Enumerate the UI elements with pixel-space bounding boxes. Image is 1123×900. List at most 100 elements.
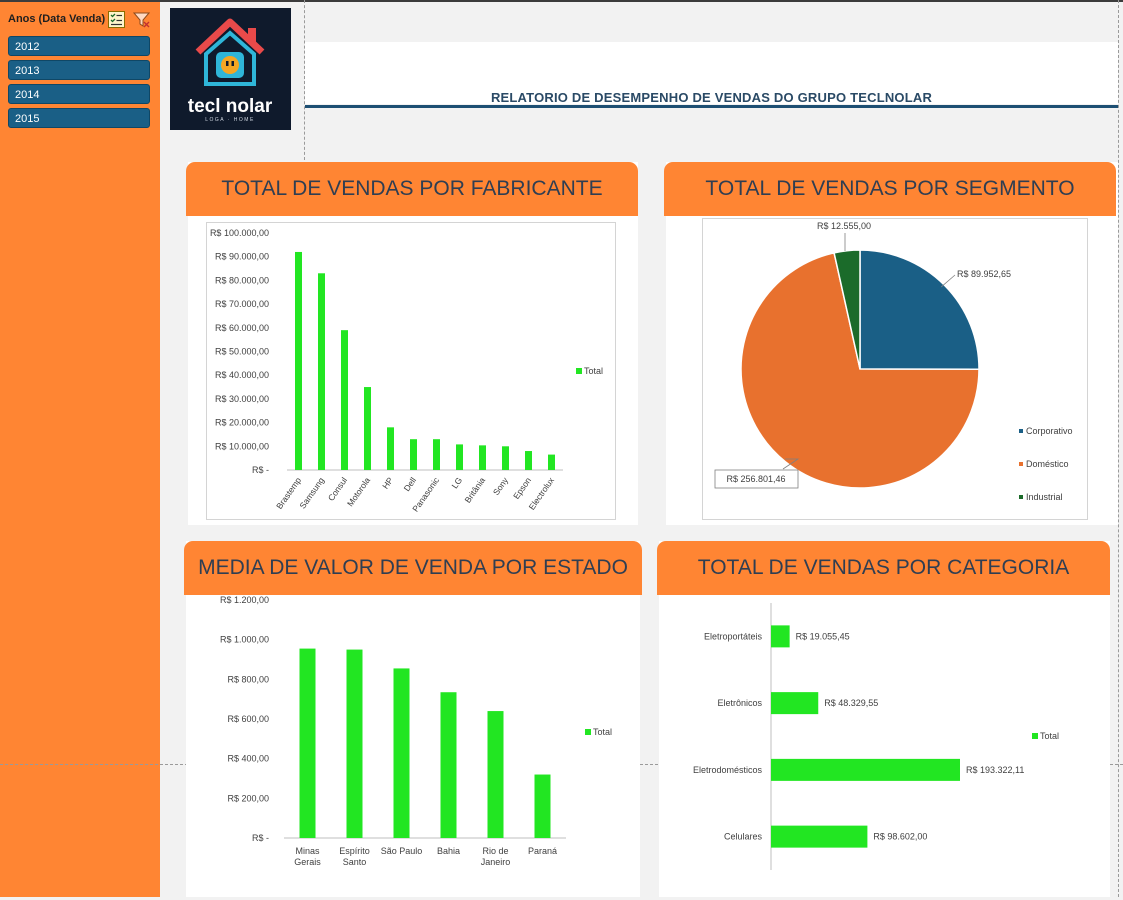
title-underline bbox=[305, 105, 1118, 108]
panel-fabricante-title: TOTAL DE VENDAS POR FABRICANTE bbox=[186, 162, 638, 216]
data-label: R$ 89.952,65 bbox=[957, 269, 1011, 279]
y-tick-label: R$ 800,00 bbox=[227, 674, 269, 684]
y-tick-label: R$ - bbox=[252, 833, 269, 843]
panel-estado-title: MEDIA DE VALOR DE VENDA POR ESTADO bbox=[184, 541, 642, 595]
bar-sony bbox=[502, 446, 509, 470]
bar-electrolux bbox=[548, 454, 555, 470]
bar-state bbox=[534, 774, 551, 838]
sidebar: Anos (Data Venda) 2012 2013 2014 2015 bbox=[0, 2, 160, 897]
pie-slice-corporativo bbox=[859, 249, 980, 371]
panel-categoria-title: TOTAL DE VENDAS POR CATEGORIA bbox=[657, 541, 1110, 595]
slicer-title: Anos (Data Venda) bbox=[8, 13, 106, 25]
bar-category bbox=[771, 625, 790, 648]
y-tick-label: R$ 1.000,00 bbox=[220, 635, 269, 645]
x-tick-label: Bahia bbox=[437, 846, 460, 856]
data-label: R$ 193.322,11 bbox=[966, 765, 1024, 775]
x-tick-label: Rio de bbox=[482, 846, 508, 856]
data-label: R$ 98.602,00 bbox=[873, 832, 927, 842]
legend-label: Total bbox=[1040, 731, 1059, 741]
x-tick-label: Janeiro bbox=[481, 857, 511, 867]
y-tick-label: R$ 10.000,00 bbox=[215, 441, 269, 451]
y-tick-label: Celulares bbox=[724, 832, 763, 842]
slicer-item-2014[interactable]: 2014 bbox=[8, 84, 150, 104]
legend-swatch bbox=[1019, 462, 1023, 466]
bar-consul bbox=[341, 330, 348, 470]
chart-estado: R$ - R$ 200,00 R$ 400,00 R$ 600,00 R$ 800,00… bbox=[220, 595, 612, 867]
company-logo: tecl nolar LOGA · HOME bbox=[170, 8, 291, 130]
legend-label: Doméstico bbox=[1026, 459, 1069, 469]
y-tick-label: R$ 20.000,00 bbox=[215, 418, 269, 428]
page-break-line bbox=[1118, 0, 1119, 897]
x-tick-label: Dell bbox=[402, 475, 419, 493]
chart-estado-frame[interactable]: R$ - R$ 200,00 R$ 400,00 R$ 600,00 R$ 800,00… bbox=[186, 595, 640, 895]
chart-fabricante-frame[interactable]: R$ - R$ 10.000,00 R$ 20.000,00 R$ 30.000,00… bbox=[206, 222, 616, 520]
multi-select-icon[interactable] bbox=[108, 11, 125, 28]
x-tick-label: Consul bbox=[326, 475, 349, 503]
leader-line bbox=[940, 274, 956, 288]
chart-categoria-frame[interactable]: Eletroportáteis R$ 19.055,45 Eletrônicos R$… bbox=[659, 595, 1110, 895]
bar-state bbox=[440, 692, 457, 838]
bar-state bbox=[487, 711, 504, 838]
legend-swatch bbox=[576, 368, 582, 374]
legend-swatch bbox=[1019, 429, 1023, 433]
y-tick-label: R$ 60.000,00 bbox=[215, 323, 269, 333]
legend-swatch bbox=[1032, 733, 1038, 739]
legend-swatch bbox=[1019, 495, 1023, 499]
y-tick-label: R$ 400,00 bbox=[227, 754, 269, 764]
bar-category bbox=[771, 692, 819, 715]
x-tick-label: Gerais bbox=[294, 857, 321, 867]
x-tick-label: Britânia bbox=[462, 475, 487, 505]
y-tick-label: R$ 100.000,00 bbox=[210, 228, 269, 238]
bar-state bbox=[393, 668, 410, 838]
x-tick-label: Epson bbox=[511, 475, 533, 501]
x-tick-label: São Paulo bbox=[381, 846, 423, 856]
bar-category bbox=[771, 758, 960, 781]
data-label: R$ 48.329,55 bbox=[824, 698, 878, 708]
bar-motorola bbox=[364, 387, 371, 470]
y-tick-label: R$ 30.000,00 bbox=[215, 394, 269, 404]
bar-state bbox=[346, 649, 363, 838]
data-label: R$ 256.801,46 bbox=[726, 474, 785, 484]
bar-brastemp bbox=[295, 251, 302, 470]
slicer-item-2012[interactable]: 2012 bbox=[8, 36, 150, 56]
bar-britânia bbox=[479, 445, 486, 470]
x-tick-label: LG bbox=[449, 475, 464, 490]
y-tick-label: Eletrodomésticos bbox=[693, 765, 763, 775]
clear-filter-icon[interactable] bbox=[132, 11, 151, 28]
bar-state bbox=[299, 648, 316, 838]
x-tick-label: Santo bbox=[343, 857, 367, 867]
chart-fabricante: R$ - R$ 10.000,00 R$ 20.000,00 R$ 30.000,00… bbox=[210, 228, 603, 514]
y-tick-label: R$ 40.000,00 bbox=[215, 370, 269, 380]
logo-brand-text: tecl nolar bbox=[188, 96, 273, 117]
x-tick-label: Motorola bbox=[345, 475, 372, 508]
slicer-item-2015[interactable]: 2015 bbox=[8, 108, 150, 128]
data-label: R$ 12.555,00 bbox=[817, 221, 871, 231]
bar-panasonic bbox=[433, 439, 440, 470]
chart-categoria: Eletroportáteis R$ 19.055,45 Eletrônicos R$… bbox=[693, 603, 1059, 870]
bar-samsung bbox=[318, 273, 325, 470]
y-tick-label: R$ 1.200,00 bbox=[220, 595, 269, 605]
y-tick-label: R$ 80.000,00 bbox=[215, 275, 269, 285]
chart-segmento-frame[interactable]: R$ 89.952,65 R$ 256.801,46 R$ 12.555,00 Cor… bbox=[702, 218, 1088, 520]
legend-label: Total bbox=[593, 727, 612, 737]
page-title: RELATORIO DE DESEMPENHO DE VENDAS DO GRU… bbox=[490, 90, 933, 105]
x-tick-label: Espírito bbox=[339, 846, 370, 856]
y-tick-label: R$ 200,00 bbox=[227, 793, 269, 803]
y-tick-label: Eletrônicos bbox=[717, 698, 762, 708]
legend-label: Total bbox=[584, 366, 603, 376]
y-tick-label: R$ 70.000,00 bbox=[215, 299, 269, 309]
x-tick-label: HP bbox=[380, 475, 395, 491]
bar-lg bbox=[456, 444, 463, 470]
y-tick-label: R$ 600,00 bbox=[227, 714, 269, 724]
window-top-border bbox=[0, 0, 1123, 2]
data-label: R$ 19.055,45 bbox=[796, 631, 850, 641]
bar-category bbox=[771, 825, 868, 848]
y-tick-label: R$ 50.000,00 bbox=[215, 347, 269, 357]
bar-epson bbox=[525, 451, 532, 470]
x-tick-label: Minas bbox=[295, 846, 320, 856]
legend-label: Corporativo bbox=[1026, 426, 1073, 436]
legend-swatch bbox=[585, 729, 591, 735]
bar-dell bbox=[410, 439, 417, 470]
slicer-item-2013[interactable]: 2013 bbox=[8, 60, 150, 80]
y-tick-label: R$ 90.000,00 bbox=[215, 252, 269, 262]
